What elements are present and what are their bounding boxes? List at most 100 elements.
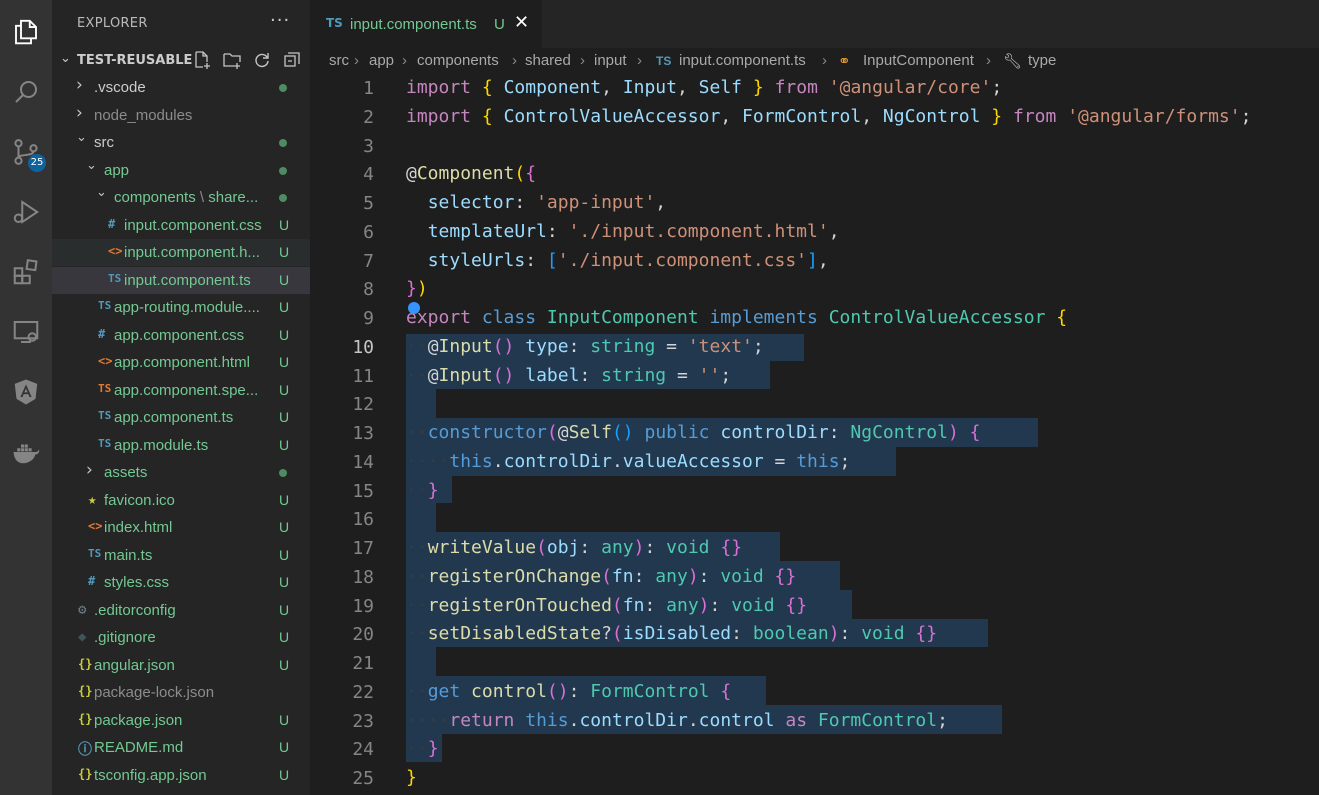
collapse-all-icon[interactable] — [282, 50, 304, 72]
code-line: import { Component, Input, Self } from '… — [406, 77, 1003, 98]
tree-item[interactable]: {} package.json U — [52, 707, 310, 734]
tree-item-label: app-routing.module.... — [114, 299, 260, 316]
tree-item[interactable]: {} angular.json U — [52, 652, 310, 679]
tree-item[interactable]: TS app.component.ts U — [52, 404, 310, 431]
tree-item-label: .vscode — [94, 79, 146, 96]
breadcrumb-item[interactable]: src — [329, 52, 349, 69]
line-number: 18 — [352, 567, 374, 588]
more-actions-icon[interactable]: ··· — [270, 10, 290, 31]
git-status: U — [279, 711, 290, 728]
new-file-icon[interactable] — [192, 50, 214, 72]
tree-item[interactable]: <> index.html U — [52, 514, 310, 541]
git-file-icon: ◆ — [78, 629, 87, 645]
tree-item[interactable]: › assets — [52, 459, 310, 486]
lightbulb-icon[interactable] — [408, 302, 420, 314]
tree-item[interactable]: TS app-routing.module.... U — [52, 294, 310, 321]
breadcrumb-item[interactable]: InputComponent — [863, 52, 974, 69]
tab-input-component-ts[interactable]: TS input.component.ts U ✕ — [310, 0, 542, 48]
tree-item[interactable]: ★ favicon.ico U — [52, 487, 310, 514]
html-file-icon: <> — [108, 244, 123, 258]
explorer-icon[interactable] — [6, 12, 46, 52]
tree-item[interactable]: ⌄ src — [52, 129, 310, 156]
tree-item[interactable]: {} tsconfig.app.json U — [52, 762, 310, 789]
tree-item-label: app.component.ts — [114, 409, 234, 426]
project-header[interactable]: ⌄ TEST-REUSABLE — [52, 48, 310, 74]
tree-item[interactable]: ⌄ components \ share... — [52, 184, 310, 211]
typescript-file-icon: TS — [656, 54, 672, 68]
line-number: 16 — [352, 509, 374, 530]
sidebar-title: EXPLORER — [77, 16, 148, 31]
tree-item-label: input.component.ts — [124, 271, 251, 289]
tree-item[interactable]: › .vscode — [52, 74, 310, 101]
source-control-icon[interactable]: 25 — [6, 132, 46, 172]
tree-item[interactable]: ⚙ .editorconfig U — [52, 597, 310, 624]
code-line: ··@Input() type: string = 'text'; — [406, 336, 764, 357]
chevron-down-icon: ⌄ — [86, 157, 97, 173]
breadcrumb-item[interactable]: shared — [525, 52, 571, 69]
tree-item[interactable]: ⌄ app — [52, 157, 310, 184]
line-number: 15 — [352, 481, 374, 502]
breadcrumb-item[interactable]: input — [594, 52, 627, 69]
tree-item[interactable]: TS app.component.spe... U — [52, 377, 310, 404]
git-status: U — [279, 299, 290, 315]
tree-item[interactable]: TS main.ts U — [52, 542, 310, 569]
tree-item[interactable]: # input.component.css U — [52, 212, 310, 239]
search-icon[interactable] — [6, 72, 46, 112]
tree-item[interactable]: TS input.component.ts U — [52, 266, 310, 294]
breadcrumb-item[interactable]: app — [369, 52, 394, 69]
code-line: export class InputComponent implements C… — [406, 307, 1068, 328]
star-file-icon: ★ — [88, 491, 97, 508]
tree-item[interactable]: # styles.css U — [52, 569, 310, 596]
refresh-icon[interactable] — [252, 50, 274, 72]
tree-item[interactable]: <> input.component.h... U — [52, 239, 310, 266]
chevron-right-icon: › — [512, 52, 517, 69]
tree-item[interactable]: TS app.module.ts U — [52, 432, 310, 459]
tree-item[interactable]: <> app.component.html U — [52, 349, 310, 376]
close-icon[interactable]: ✕ — [514, 12, 529, 33]
line-number: 4 — [363, 164, 374, 185]
tab-status: U — [494, 16, 505, 33]
docker-icon[interactable] — [6, 432, 46, 472]
git-status: U — [279, 381, 290, 398]
line-number: 12 — [352, 394, 374, 415]
tree-item[interactable]: # app.component.css U — [52, 322, 310, 349]
project-name: TEST-REUSABLE — [77, 53, 193, 68]
json-file-icon: {} — [78, 684, 93, 698]
code-line: ····return this.controlDir.control as Fo… — [406, 710, 948, 731]
chevron-right-icon: › — [986, 52, 991, 69]
tree-item[interactable]: {} package-lock.json — [52, 679, 310, 706]
tree-item[interactable]: ◆ .gitignore U — [52, 624, 310, 651]
property-wrench-icon: 🔧︎ — [1003, 53, 1023, 70]
git-status: U — [279, 601, 290, 618]
breadcrumb-item[interactable]: input.component.ts — [679, 52, 806, 69]
code-editor[interactable]: 1 2 3 4 5 6 7 8 9 10 11 12 13 14 15 16 17 18 19 20 21 22 23 24 2… — [310, 74, 1319, 795]
line-number: 21 — [352, 653, 374, 674]
remote-explorer-icon[interactable] — [6, 312, 46, 352]
new-folder-icon[interactable] — [222, 50, 244, 72]
ts-file-icon: TS — [108, 271, 122, 285]
line-number: 3 — [363, 136, 374, 157]
tree-item[interactable]: › node_modules — [52, 102, 310, 129]
breadcrumb-item[interactable]: components — [417, 52, 499, 69]
git-status: U — [279, 546, 290, 563]
code-line: ··constructor(@Self() public controlDir:… — [406, 422, 981, 443]
modified-dot-icon — [279, 194, 287, 202]
git-status: U — [279, 766, 290, 783]
modified-dot-icon — [279, 139, 287, 147]
breadcrumb-item[interactable]: type — [1028, 52, 1056, 69]
chevron-down-icon: ⌄ — [96, 185, 107, 200]
extensions-icon[interactable] — [6, 252, 46, 292]
git-status: U — [279, 436, 290, 453]
run-debug-icon[interactable] — [6, 192, 46, 232]
git-status: U — [279, 574, 290, 590]
line-number: 8 — [363, 279, 374, 300]
code-line: } — [406, 767, 417, 788]
code-line: import { ControlValueAccessor, FormContr… — [406, 106, 1252, 127]
css-file-icon: # — [88, 574, 96, 588]
tree-item-label: app.module.ts — [114, 436, 209, 454]
chevron-right-icon: › — [354, 52, 359, 69]
tree-item[interactable]: ⓘ README.md U — [52, 734, 310, 761]
chevron-right-icon: › — [76, 102, 83, 123]
angular-icon[interactable] — [6, 372, 46, 412]
line-number: 5 — [363, 193, 374, 214]
